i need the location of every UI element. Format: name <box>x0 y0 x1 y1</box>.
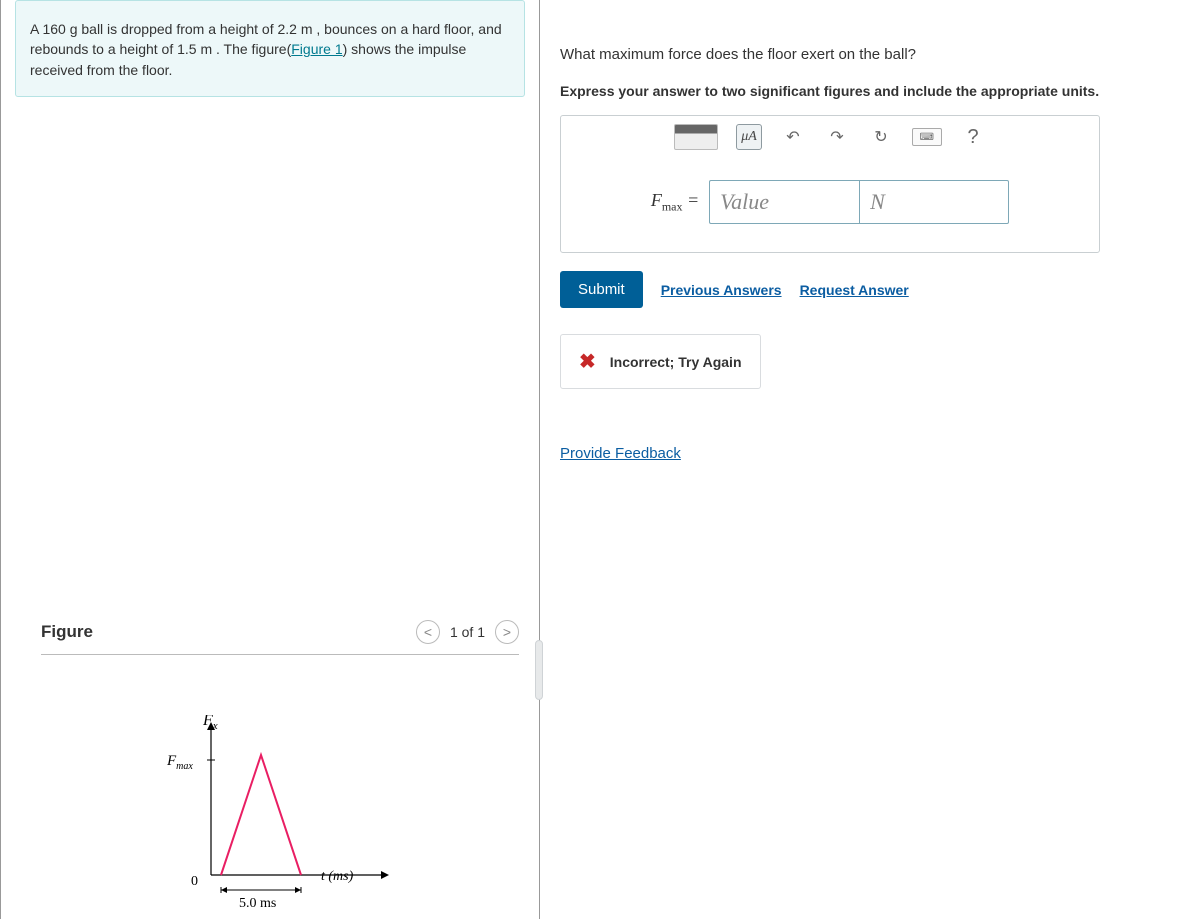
undo-icon[interactable]: ↶ <box>780 124 806 150</box>
keyboard-icon[interactable]: ⌨ <box>912 128 942 146</box>
greek-mu-a-button[interactable]: μA <box>736 124 762 150</box>
feedback-banner: ✖ Incorrect; Try Again <box>560 334 761 389</box>
figure-plot: Fx Fmax 0 t (ms) 5.0 ms <box>161 715 519 918</box>
xmark-label: 5.0 ms <box>239 896 276 911</box>
redo-icon[interactable]: ↷ <box>824 124 850 150</box>
question-text: What maximum force does the floor exert … <box>560 46 1180 63</box>
value-input[interactable] <box>709 180 859 224</box>
units-input[interactable] <box>859 180 1009 224</box>
ymax-label: Fmax <box>166 753 193 772</box>
impulse-plot-svg: Fx Fmax 0 t (ms) 5.0 ms <box>161 715 421 915</box>
equation-toolbar: μA ↶ ↷ ↻ ⌨ ? <box>561 116 1099 158</box>
request-answer-link[interactable]: Request Answer <box>800 282 909 298</box>
figure-link[interactable]: Figure 1 <box>291 41 342 57</box>
figure-prev-button[interactable]: < <box>416 620 440 644</box>
answer-panel: μA ↶ ↷ ↻ ⌨ ? Fmax = <box>560 115 1100 253</box>
previous-answers-link[interactable]: Previous Answers <box>661 282 782 298</box>
help-icon[interactable]: ? <box>960 124 986 150</box>
xaxis-label: t (ms) <box>321 869 354 884</box>
incorrect-icon: ✖ <box>579 349 596 374</box>
reset-icon[interactable]: ↻ <box>868 124 894 150</box>
submit-button[interactable]: Submit <box>560 271 643 308</box>
figure-pager-text: 1 of 1 <box>450 624 485 640</box>
origin-label: 0 <box>191 874 198 889</box>
figure-title: Figure <box>41 622 93 642</box>
provide-feedback-link[interactable]: Provide Feedback <box>560 445 681 462</box>
figure-next-button[interactable]: > <box>495 620 519 644</box>
variable-label: Fmax = <box>651 190 699 215</box>
feedback-text: Incorrect; Try Again <box>610 354 742 370</box>
templates-icon[interactable] <box>674 124 718 150</box>
pane-resize-handle[interactable] <box>535 640 543 700</box>
instruction-text: Express your answer to two significant f… <box>560 83 1180 99</box>
problem-statement: A 160 g ball is dropped from a height of… <box>15 0 525 97</box>
